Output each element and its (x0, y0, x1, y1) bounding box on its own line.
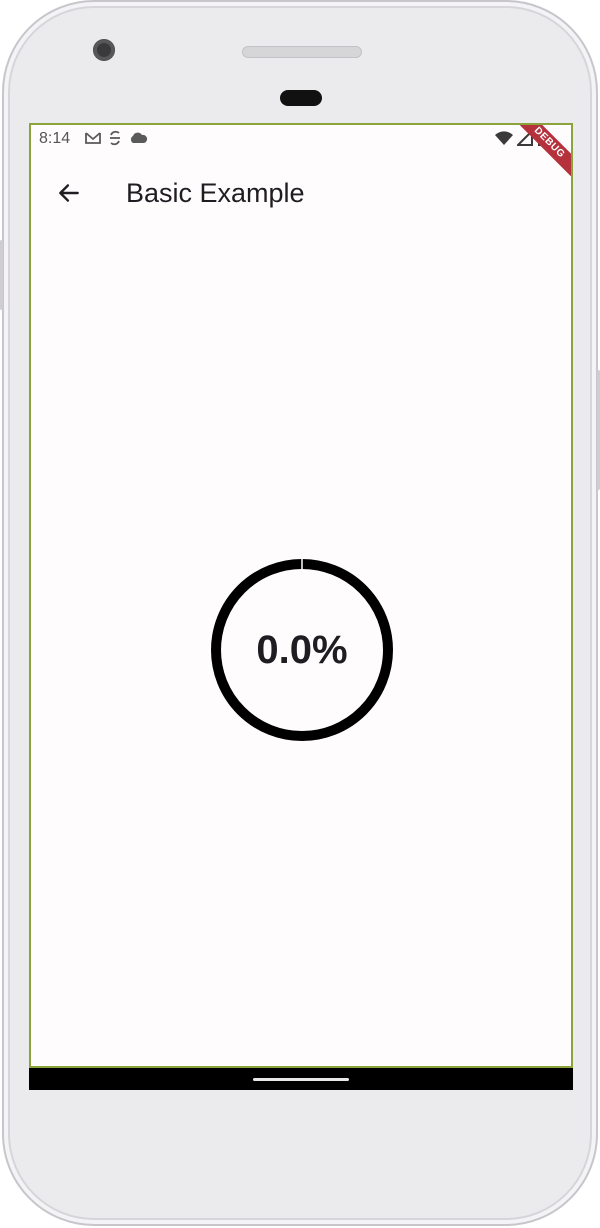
system-navigation-bar (29, 1068, 573, 1090)
screen: 8:14 DEBUG Basic Example 0.0% (29, 123, 573, 1068)
cloud-icon (130, 132, 148, 143)
circular-progress-indicator: 0.0% (209, 557, 395, 743)
arrow-back-icon (59, 184, 79, 202)
phone-volume-button (0, 240, 3, 310)
back-button[interactable] (51, 175, 87, 211)
front-camera (93, 39, 115, 61)
sync-icon (110, 130, 120, 146)
home-gesture-handle[interactable] (253, 1078, 349, 1081)
progress-percentage: 0.0% (256, 627, 348, 672)
status-time: 8:14 (39, 130, 71, 147)
proximity-sensor (280, 90, 322, 106)
app-bar: Basic Example (31, 153, 571, 237)
wifi-icon (495, 131, 513, 145)
page-title: Basic Example (126, 178, 305, 208)
earpiece-speaker (242, 46, 362, 58)
gmail-icon (85, 132, 101, 144)
status-bar: 8:14 DEBUG (31, 125, 571, 185)
status-left-icons (84, 129, 148, 147)
